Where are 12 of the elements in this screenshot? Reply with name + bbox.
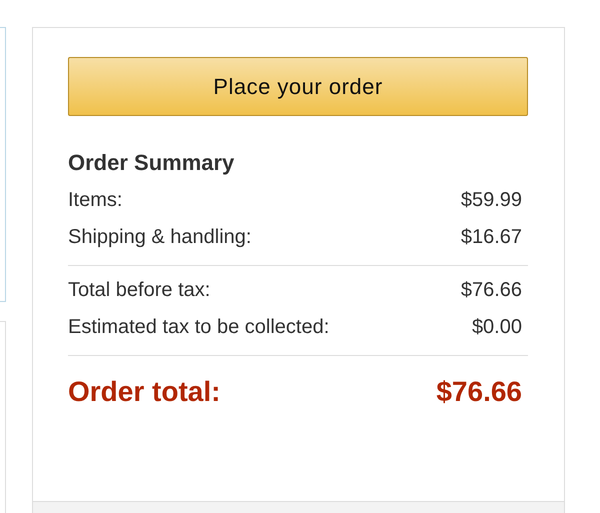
line-label: Shipping & handling: [68,226,252,249]
total-amount: $76.66 [436,376,522,408]
line-amount: $16.67 [460,226,522,249]
summary-title: Order Summary [68,150,236,176]
place-order-button[interactable]: Place your order [68,57,528,116]
line-amount: $0.00 [472,316,522,339]
line-label: Items: [68,189,122,212]
total-label: Order total: [68,376,220,408]
line-label: Estimated tax to be collected: [68,316,330,339]
line-amount: $76.66 [460,279,522,302]
line-label: Total before tax: [68,279,210,302]
line-amount: $59.99 [460,189,522,212]
